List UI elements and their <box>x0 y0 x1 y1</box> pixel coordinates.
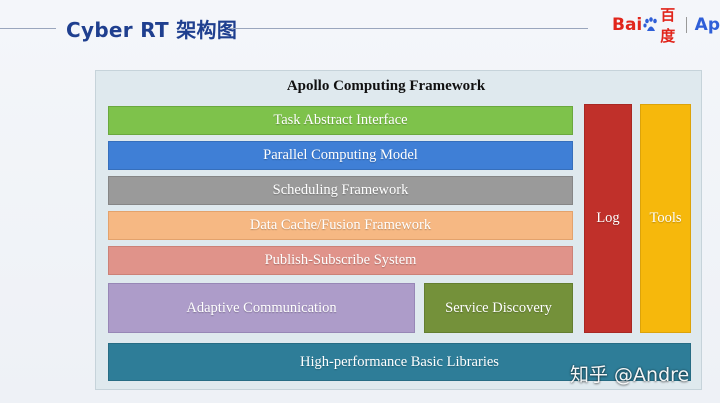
layer-task-abstract-interface: Task Abstract Interface <box>108 106 573 135</box>
logo-bai-text: Bai <box>612 15 643 35</box>
side-log: Log <box>584 104 632 333</box>
layer-publish-subscribe: Publish-Subscribe System <box>108 246 573 275</box>
watermark: 知乎 @Andre <box>570 364 690 386</box>
apollo-framework-diagram: Apollo Computing Framework Task Abstract… <box>95 70 702 390</box>
diagram-title: Apollo Computing Framework <box>286 78 486 94</box>
logo-partial-text: Ap <box>694 15 720 35</box>
layer-service-discovery: Service Discovery <box>424 283 573 333</box>
logo-separator <box>686 17 687 33</box>
slide-header: Cyber RT 架构图 Bai 百度 Ap <box>0 0 720 56</box>
layer-adaptive-communication: Adaptive Communication <box>108 283 415 333</box>
header-rule-left <box>0 28 56 29</box>
baidu-logo: Bai 百度 Ap <box>612 6 720 45</box>
layer-data-cache-fusion: Data Cache/Fusion Framework <box>108 211 573 240</box>
side-tools: Tools <box>640 104 691 333</box>
layer-parallel-computing-model: Parallel Computing Model <box>108 141 573 170</box>
page-title: Cyber RT 架构图 <box>66 18 238 42</box>
logo-du-text: 百度 <box>660 6 676 45</box>
header-rule-right <box>228 28 588 29</box>
paw-icon <box>643 17 659 33</box>
layer-scheduling-framework: Scheduling Framework <box>108 176 573 205</box>
